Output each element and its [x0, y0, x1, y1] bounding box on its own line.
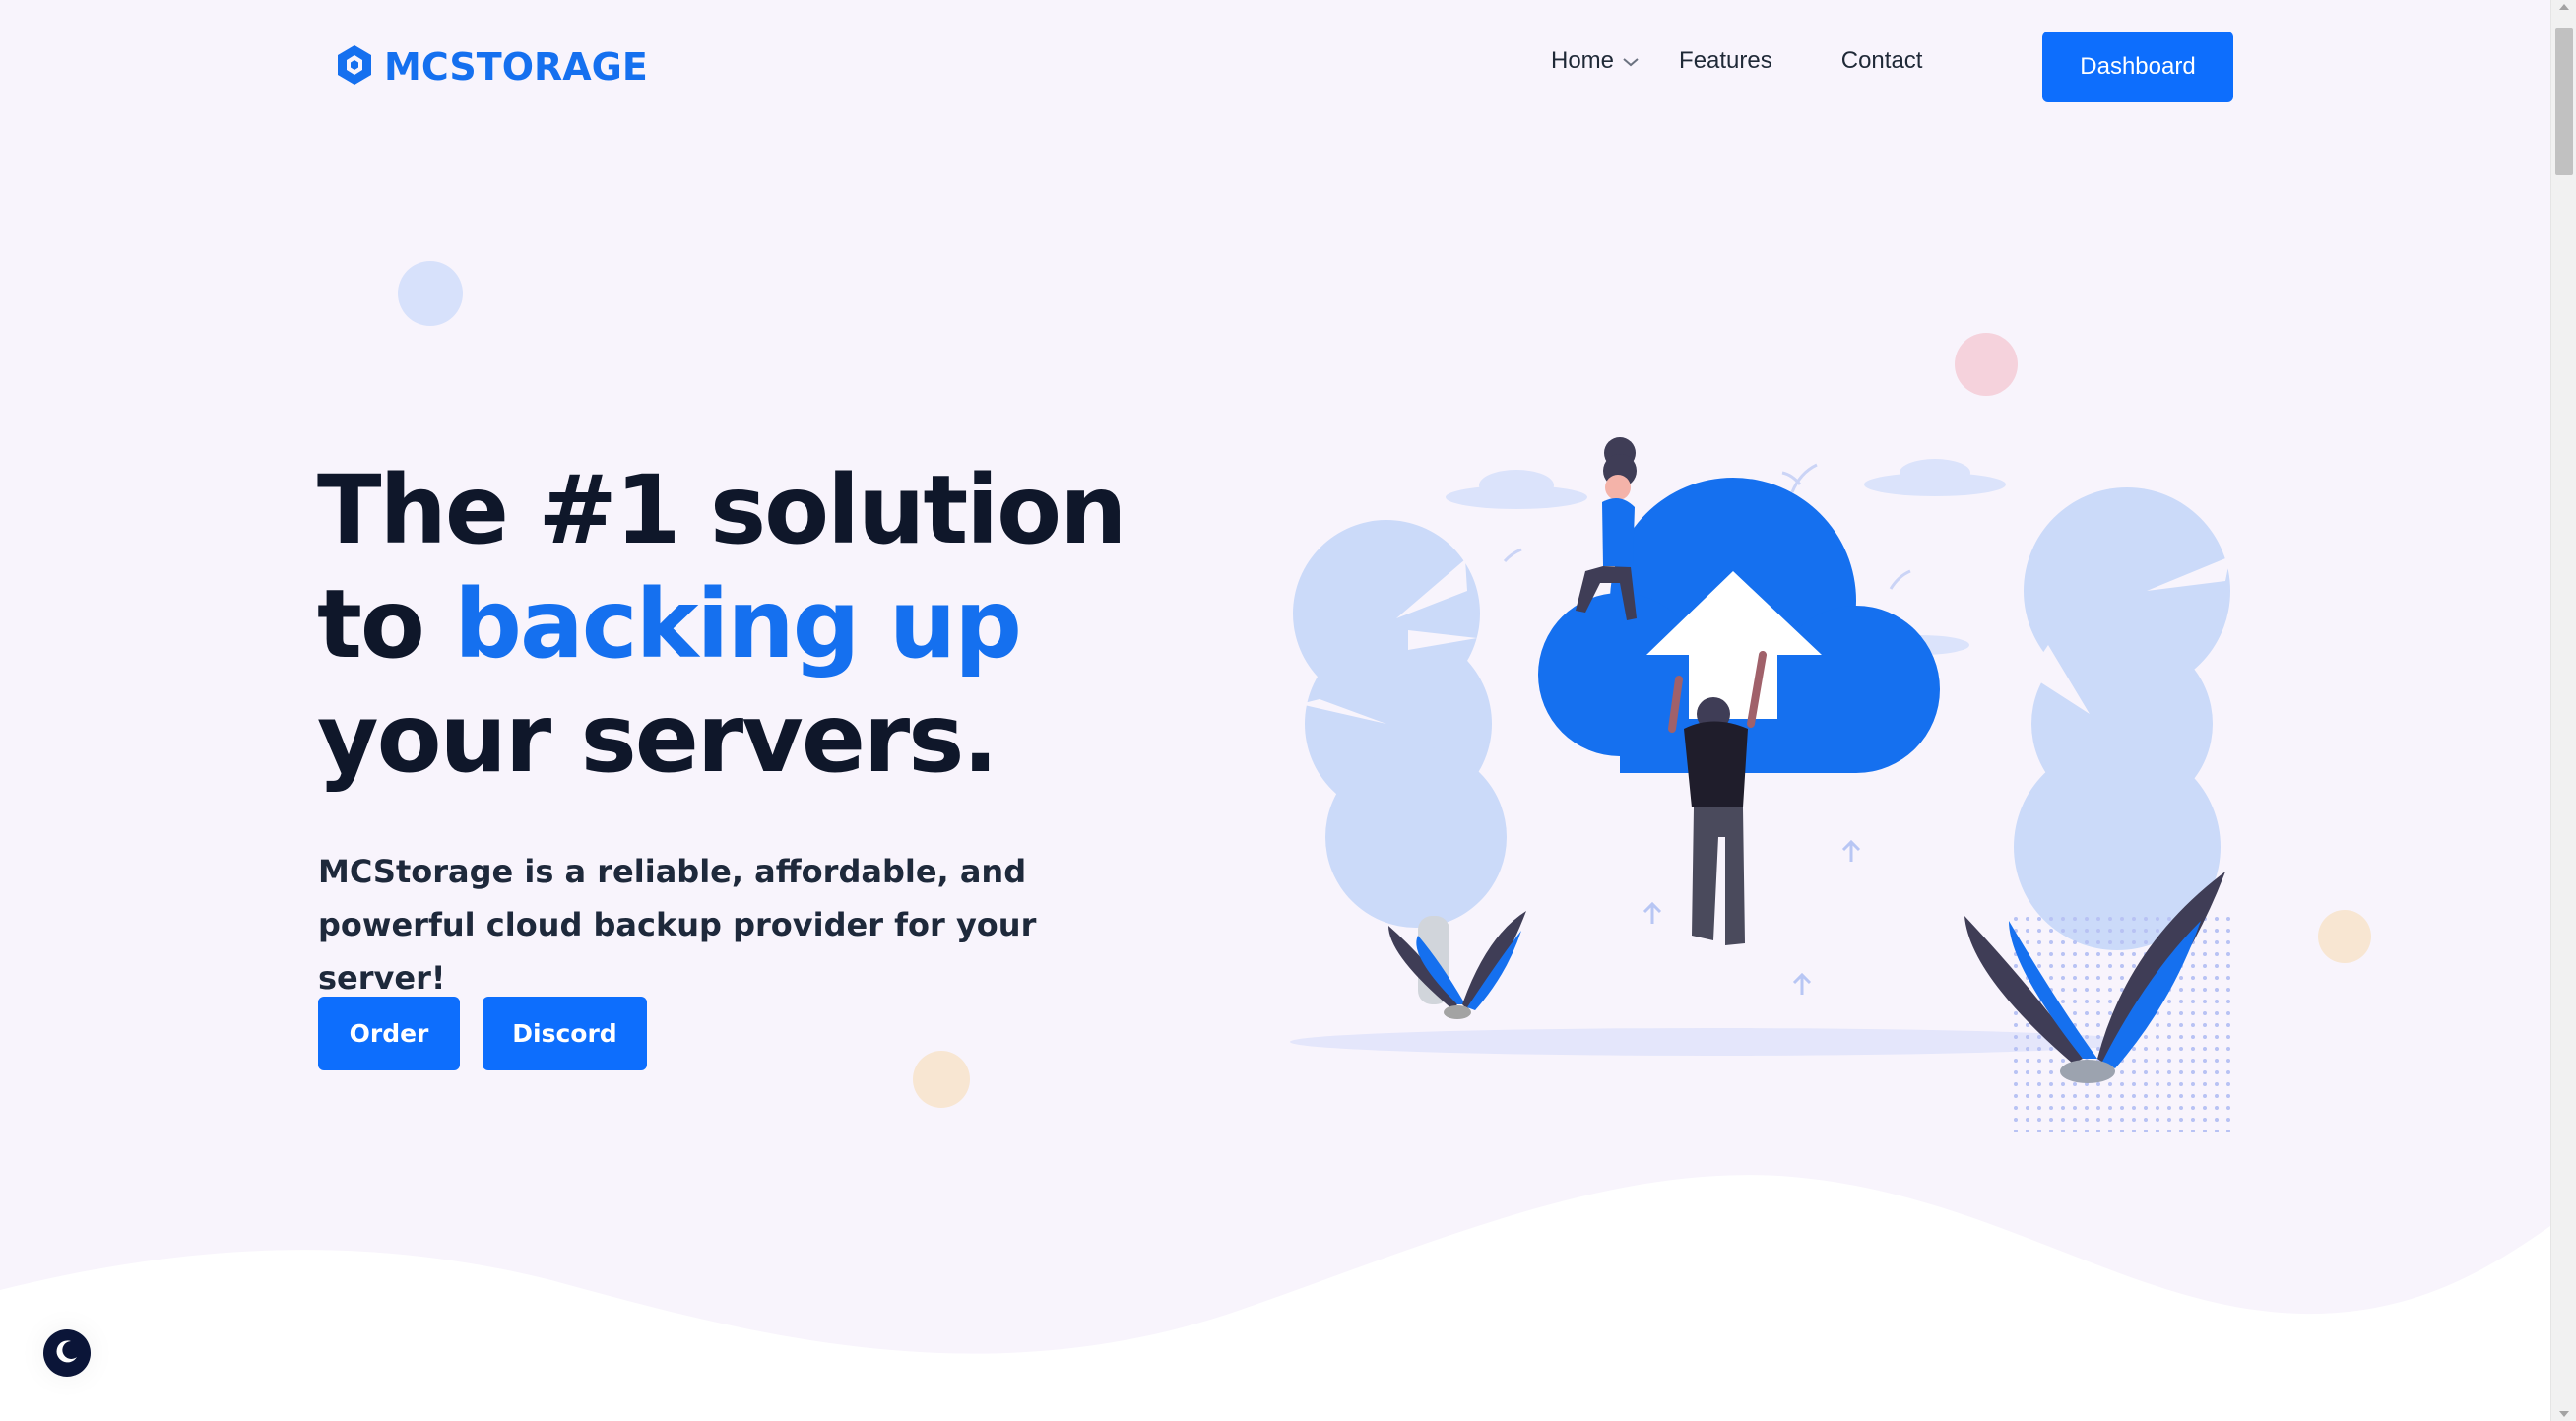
- hero-title-line2-prefix: to: [317, 569, 455, 679]
- dashboard-button[interactable]: Dashboard: [2042, 32, 2233, 102]
- bottom-wave: [0, 1175, 2550, 1421]
- page: MCSTORAGE Home Features Contact Dashboar…: [0, 0, 2550, 1421]
- decor-dot-peach: [913, 1051, 970, 1108]
- scroll-thumb[interactable]: [2555, 28, 2573, 175]
- vertical-scrollbar[interactable]: [2550, 0, 2576, 1421]
- brand-name: MCSTORAGE: [384, 45, 648, 89]
- hero-title-highlight: backing up: [454, 569, 1022, 679]
- main-nav: Home Features Contact: [1551, 47, 1922, 75]
- hero-title-line1: The #1 solution: [317, 455, 1127, 565]
- hero-subtitle: MCStorage is a reliable, affordable, and…: [318, 853, 1037, 997]
- nav-item-features[interactable]: Features: [1679, 47, 1772, 75]
- nav-item-contact[interactable]: Contact: [1841, 47, 1923, 75]
- nav-item-label: Features: [1679, 47, 1772, 74]
- scroll-down-arrow-icon[interactable]: [2559, 1411, 2569, 1417]
- hero-title-line3: your servers.: [317, 683, 998, 794]
- nav-item-label: Home: [1551, 47, 1615, 74]
- brand-logo[interactable]: MCSTORAGE: [335, 43, 648, 91]
- cube-icon: [335, 43, 374, 91]
- chevron-down-icon: [1622, 47, 1640, 75]
- cloud-upload-illustration: [1290, 437, 2230, 1132]
- discord-button[interactable]: Discord: [483, 997, 647, 1070]
- theme-toggle-button[interactable]: [43, 1329, 91, 1377]
- moon-icon: [53, 1337, 81, 1369]
- hero-title: The #1 solution to backing up your serve…: [317, 453, 1203, 796]
- nav-item-home[interactable]: Home: [1551, 47, 1640, 75]
- order-button[interactable]: Order: [318, 997, 460, 1070]
- decor-dot-blue: [398, 261, 463, 326]
- decor-dot-peach-right: [2318, 910, 2371, 963]
- scroll-up-arrow-icon[interactable]: [2559, 4, 2569, 10]
- nav-item-label: Contact: [1840, 47, 1923, 74]
